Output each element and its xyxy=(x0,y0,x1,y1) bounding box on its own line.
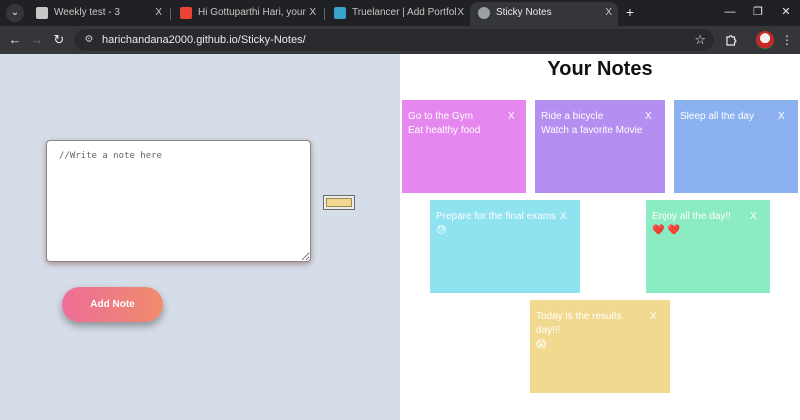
tab-separator xyxy=(324,8,325,20)
tab-separator xyxy=(170,8,171,20)
tab-search-chevron-down-icon[interactable]: ⌄ xyxy=(6,4,24,22)
url-text[interactable]: harichandana2000.github.io/Sticky-Notes/ xyxy=(102,29,306,51)
gmail-favicon-icon xyxy=(180,7,192,19)
sticky-note: Enjoy all the day!! ❤️ ❤️ X xyxy=(646,200,770,293)
forward-arrow-icon[interactable]: → xyxy=(28,31,46,49)
sweat-emoji-icon: 😓 xyxy=(436,225,447,236)
note-text-line: Sleep all the day xyxy=(680,111,754,122)
browser-toolbar: ← → ↻ ⚙ harichandana2000.github.io/Stick… xyxy=(0,26,800,54)
delete-note-x-icon[interactable]: X xyxy=(560,210,567,224)
sticky-note: Prepare for the final exams 😓 X xyxy=(430,200,580,293)
note-composer-pane: Add Note xyxy=(0,54,400,420)
address-bar[interactable]: ⚙ harichandana2000.github.io/Sticky-Note… xyxy=(74,29,714,51)
back-arrow-icon[interactable]: ← xyxy=(6,31,24,49)
tab-title: Sticky Notes xyxy=(496,7,552,18)
note-text-line: Eat healthy food xyxy=(408,125,481,136)
reload-icon[interactable]: ↻ xyxy=(50,31,68,49)
image-favicon-icon xyxy=(36,7,48,19)
tab-gmail[interactable]: Hi Gottuparthi Hari, your Truela X xyxy=(172,2,322,26)
page-content: Add Note Your Notes Go to the Gym Eat he… xyxy=(0,54,800,420)
note-text-line: Prepare for the final exams xyxy=(436,211,557,222)
profile-avatar-icon[interactable] xyxy=(756,31,774,49)
sticky-note: Today is the results day!!! 😱 X xyxy=(530,300,670,393)
notes-heading: Your Notes xyxy=(547,58,653,80)
tab-close-icon[interactable]: X xyxy=(309,2,316,24)
note-text-line: Enjoy all the day!! xyxy=(652,211,731,222)
sticky-note: Sleep all the day X xyxy=(674,100,798,193)
tab-close-icon[interactable]: X xyxy=(155,2,162,24)
truelancer-favicon-icon xyxy=(334,7,346,19)
tab-title: Truelancer | Add Portfolio xyxy=(352,7,457,18)
delete-note-x-icon[interactable]: X xyxy=(650,310,657,324)
menu-dots-icon[interactable]: ⋮ xyxy=(778,31,796,49)
note-color-picker[interactable] xyxy=(323,195,355,210)
note-text-line: Ride a bicycle xyxy=(541,111,604,122)
close-window-icon[interactable]: ✕ xyxy=(772,2,800,22)
minimize-icon[interactable]: — xyxy=(716,2,744,22)
puzzle-icon[interactable] xyxy=(722,31,740,49)
sticky-note: Go to the Gym Eat healthy food X xyxy=(402,100,526,193)
new-tab-plus-icon[interactable]: + xyxy=(622,4,638,20)
color-swatch xyxy=(326,198,352,207)
tab-close-icon[interactable]: X xyxy=(605,2,612,24)
add-note-button[interactable]: Add Note xyxy=(62,287,163,322)
restore-icon[interactable]: ❐ xyxy=(744,2,772,22)
heart-emoji-icon: ❤️ ❤️ xyxy=(652,225,681,236)
tab-title: Weekly test - 3 xyxy=(54,7,120,18)
bookmark-star-icon[interactable]: ☆ xyxy=(694,31,706,49)
delete-note-x-icon[interactable]: X xyxy=(508,110,515,124)
delete-note-x-icon[interactable]: X xyxy=(645,110,652,124)
site-info-tune-icon[interactable]: ⚙ xyxy=(82,33,96,47)
tab-sticky-notes[interactable]: Sticky Notes X xyxy=(470,2,618,26)
tab-title: Hi Gottuparthi Hari, your Truela xyxy=(198,7,306,18)
note-text-line: Today is the results day!!! xyxy=(536,311,622,336)
note-textarea[interactable] xyxy=(46,140,311,262)
delete-note-x-icon[interactable]: X xyxy=(778,110,785,124)
globe-favicon-icon xyxy=(478,7,490,19)
note-text-line: Go to the Gym xyxy=(408,111,474,122)
note-text-line: Watch a favorite Movie xyxy=(541,125,643,136)
scream-emoji-icon: 😱 xyxy=(536,339,547,350)
tab-close-icon[interactable]: X xyxy=(457,2,464,24)
delete-note-x-icon[interactable]: X xyxy=(750,210,757,224)
tab-strip: ⌄ Weekly test - 3 X Hi Gottuparthi Hari,… xyxy=(0,0,800,26)
tab-weekly-test[interactable]: Weekly test - 3 X xyxy=(28,2,168,26)
notes-pane: Your Notes Go to the Gym Eat healthy foo… xyxy=(400,54,800,420)
tab-truelancer[interactable]: Truelancer | Add Portfolio X xyxy=(326,2,470,26)
sticky-note: Ride a bicycle Watch a favorite Movie X xyxy=(535,100,665,193)
